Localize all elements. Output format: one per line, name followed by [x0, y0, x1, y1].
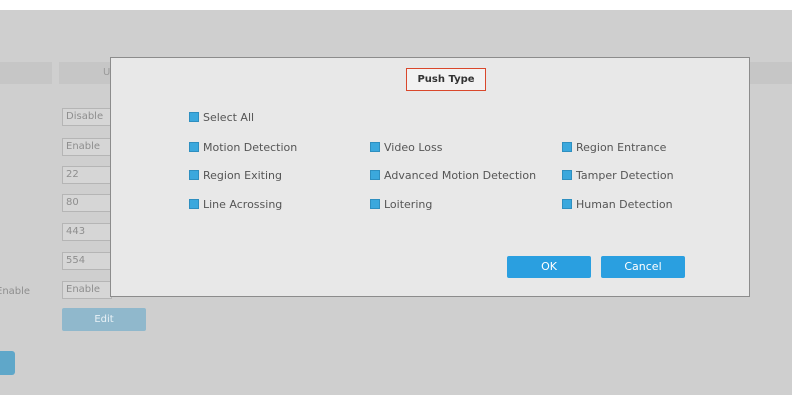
option-label: Loitering — [384, 197, 433, 211]
checkbox-icon — [189, 199, 199, 209]
checkbox-icon — [189, 170, 199, 180]
option-label: Advanced Motion Detection — [384, 168, 537, 182]
option-label: Tamper Detection — [576, 168, 674, 182]
option-motion-detection[interactable]: Motion Detection — [189, 140, 297, 154]
option-advanced-motion-detection[interactable]: Advanced Motion Detection — [370, 168, 536, 182]
side-label-enable: Enable — [0, 286, 31, 297]
option-label: Motion Detection — [203, 140, 298, 154]
field-port-443[interactable]: 443 — [62, 223, 112, 241]
option-label: Human Detection — [576, 197, 673, 211]
option-line-acrossing[interactable]: Line Acrossing — [189, 197, 282, 211]
field-enable-2[interactable]: Enable — [62, 281, 112, 299]
field-enable[interactable]: Enable — [62, 138, 112, 156]
option-video-loss[interactable]: Video Loss — [370, 140, 442, 154]
select-all-checkbox[interactable]: Select All — [189, 110, 254, 124]
option-label: Region Entrance — [576, 140, 667, 154]
checkbox-icon — [370, 170, 380, 180]
field-port-22[interactable]: 22 — [62, 166, 112, 184]
option-region-entrance[interactable]: Region Entrance — [562, 140, 666, 154]
option-region-exiting[interactable]: Region Exiting — [189, 168, 282, 182]
option-tamper-detection[interactable]: Tamper Detection — [562, 168, 674, 182]
checkbox-icon — [189, 112, 199, 122]
checkbox-icon — [370, 142, 380, 152]
edit-button[interactable]: Edit — [62, 308, 146, 331]
option-human-detection[interactable]: Human Detection — [562, 197, 673, 211]
checkbox-icon — [562, 142, 572, 152]
side-tab-button[interactable] — [0, 351, 15, 375]
option-label: Region Exiting — [203, 168, 282, 182]
dialog-title: Push Type — [406, 68, 486, 91]
field-disable[interactable]: Disable — [62, 108, 112, 126]
checkbox-icon — [562, 170, 572, 180]
checkbox-icon — [370, 199, 380, 209]
field-port-554[interactable]: 554 — [62, 252, 112, 270]
option-label: Video Loss — [384, 140, 443, 154]
select-all-label: Select All — [203, 110, 255, 124]
checkbox-icon — [189, 142, 199, 152]
option-label: Line Acrossing — [203, 197, 283, 211]
checkbox-icon — [562, 199, 572, 209]
tab-left[interactable] — [0, 62, 52, 84]
field-port-80[interactable]: 80 — [62, 194, 112, 212]
cancel-button[interactable]: Cancel — [601, 256, 685, 278]
option-loitering[interactable]: Loitering — [370, 197, 432, 211]
ok-button[interactable]: OK — [507, 256, 591, 278]
push-type-dialog: Push Type Select All Motion Detection Vi… — [110, 57, 750, 297]
